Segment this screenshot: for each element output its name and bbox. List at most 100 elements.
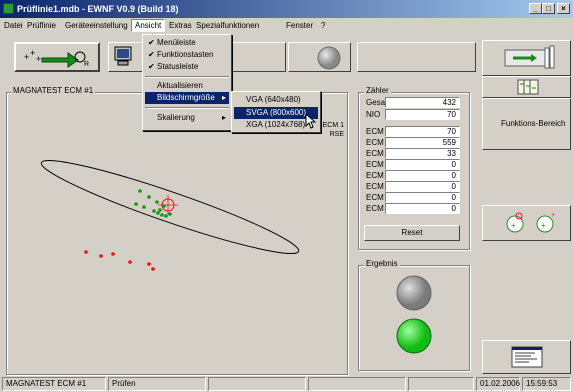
- svg-text:+: +: [511, 221, 516, 230]
- ok-point: [142, 205, 146, 209]
- ok-point: [138, 189, 142, 193]
- check-icon: ✔: [148, 38, 155, 47]
- nok-point: [128, 260, 132, 264]
- close-button[interactable]: ×: [557, 3, 570, 14]
- ok-lamp-icon: [396, 318, 432, 354]
- counter-value: 33: [385, 148, 460, 159]
- result-lamps: [396, 275, 432, 354]
- menu-fenster[interactable]: Fenster: [286, 21, 313, 30]
- menu-pruflinie[interactable]: Prüflinie: [27, 21, 56, 30]
- menu-item-label: Menüleiste: [157, 38, 196, 47]
- counter-title: Zähler: [364, 86, 391, 95]
- menu-item-menuleiste[interactable]: ✔ Menüleiste: [145, 37, 229, 49]
- status-time: 15:59:53: [522, 377, 571, 391]
- mouse-cursor-icon: [305, 113, 317, 129]
- nok-lamp-icon: [396, 275, 432, 311]
- computer-icon: [114, 46, 132, 66]
- ok-point: [152, 209, 156, 213]
- svg-text:+: +: [551, 212, 555, 219]
- tolerance-ellipse: [40, 160, 300, 254]
- reset-button[interactable]: Reset: [364, 225, 460, 241]
- ok-point: [162, 204, 166, 208]
- nok-point: [99, 254, 103, 258]
- status-cell-3: [208, 377, 306, 391]
- status-cell-5: [408, 377, 474, 391]
- test-function-button[interactable]: + + + R: [14, 42, 100, 72]
- svg-text:+: +: [36, 54, 41, 64]
- menu-item-label: Skalierung: [157, 113, 195, 122]
- check-icon: ✔: [148, 50, 155, 59]
- ok-point: [134, 202, 138, 206]
- counter-value: 70: [385, 109, 460, 120]
- window-title: Prüflinie1.mdb - EWNF V0.9 (Build 18): [17, 4, 179, 14]
- menu-ansicht[interactable]: Ansicht: [131, 19, 166, 32]
- menu-item-statusleiste[interactable]: ✔ Statusleiste: [145, 61, 229, 73]
- ok-point: [168, 212, 172, 216]
- ok-point: [158, 208, 162, 212]
- window-thumbnail-icon: [511, 346, 543, 368]
- magnet-scale-icon: [504, 45, 555, 69]
- status-date: 01.02.2006: [476, 377, 520, 391]
- magnet-arrow-icon: + + + R: [24, 48, 89, 68]
- menu-item-label: Statusleiste: [157, 62, 199, 71]
- menu-gerateeinstellung[interactable]: Geräteeinstellung: [65, 21, 128, 30]
- menu-item-bildschirmgrosse[interactable]: Bildschirmgröße ▸: [145, 92, 229, 104]
- menu-separator: [145, 107, 229, 109]
- counter-value: 0: [385, 181, 460, 192]
- app-icon: [3, 3, 14, 14]
- window-preview-button[interactable]: [482, 340, 571, 374]
- minimize-button[interactable]: _: [529, 3, 542, 14]
- status-mode: Prüfen: [108, 377, 206, 391]
- ansicht-menu: ✔ Menüleiste ✔ Funktionstasten ✔ Statusleis…: [142, 34, 232, 131]
- menu-item-label: Bildschirmgröße: [157, 93, 215, 102]
- submenu-arrow-icon: ▸: [221, 93, 226, 102]
- result-title: Ergebnis: [364, 259, 400, 268]
- counter-value: 432: [385, 97, 460, 108]
- nok-point: [84, 250, 88, 254]
- ok-point: [164, 214, 168, 218]
- menu-item-label: Funktionstasten: [157, 50, 214, 59]
- function-area-panel[interactable]: Funktions-Bereich: [482, 98, 571, 150]
- status-device: MAGNATEST ECM #1: [2, 377, 106, 391]
- counter-value: 0: [385, 192, 460, 203]
- ok-point: [160, 213, 164, 217]
- counter-value: 0: [385, 159, 460, 170]
- lamp-button[interactable]: [288, 42, 351, 72]
- menu-item-skalierung[interactable]: Skalierung ▸: [145, 112, 229, 124]
- title-bar: Prüflinie1.mdb - EWNF V0.9 (Build 18) _ …: [0, 0, 573, 18]
- menu-extras[interactable]: Extras: [169, 21, 192, 30]
- menu-item-aktualisieren[interactable]: Aktualisieren: [145, 80, 229, 92]
- nok-point: [147, 262, 151, 266]
- pole-test-icon: + + +: [506, 212, 555, 233]
- grey-lamp-icon: [317, 46, 341, 70]
- toolbar-blank-button-1[interactable]: [231, 42, 286, 72]
- menu-help[interactable]: ?: [321, 21, 325, 30]
- counter-value: 559: [385, 137, 460, 148]
- nok-point: [151, 267, 155, 271]
- status-bar: MAGNATEST ECM #1 Prüfen 01.02.2006 15:59…: [0, 376, 573, 392]
- sheets-button[interactable]: [482, 76, 571, 98]
- ok-point: [156, 211, 160, 215]
- submenu-item-vga[interactable]: VGA (640x480): [234, 94, 318, 106]
- counter-value: 0: [385, 170, 460, 181]
- maximize-button[interactable]: □: [542, 3, 555, 14]
- function-area-label: Funktions-Bereich: [501, 119, 566, 128]
- computer-button[interactable]: [108, 42, 144, 72]
- menu-bar: Datei Prüflinie Geräteeinstellung Ansich…: [0, 18, 573, 34]
- menu-item-funktionstasten[interactable]: ✔ Funktionstasten: [145, 49, 229, 61]
- status-cell-4: [308, 377, 406, 391]
- svg-text:+: +: [24, 52, 29, 62]
- ok-point: [147, 195, 151, 199]
- counter-value: 70: [385, 126, 460, 137]
- counter-label: NIO: [366, 110, 381, 119]
- toolbar-blank-button-2[interactable]: [357, 42, 476, 72]
- ok-point: [155, 200, 159, 204]
- check-icon: ✔: [148, 62, 155, 71]
- submenu-arrow-icon: ▸: [221, 113, 226, 122]
- svg-text:+: +: [541, 221, 546, 230]
- ok-nok-button[interactable]: + + +: [482, 205, 571, 241]
- right-top-button[interactable]: [482, 40, 571, 76]
- svg-text:+: +: [30, 48, 35, 58]
- menu-spezialfunktionen[interactable]: Spezialfunktionen: [196, 21, 259, 30]
- menu-datei[interactable]: Datei: [4, 21, 23, 30]
